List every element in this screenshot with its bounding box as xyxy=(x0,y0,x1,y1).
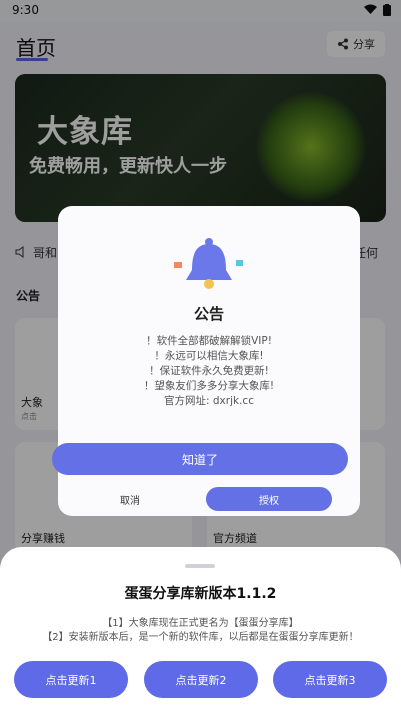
got-it-button[interactable]: 知道了 xyxy=(52,443,348,475)
authorize-button[interactable]: 授权 xyxy=(206,487,332,511)
dialog-line: 官方网址: dxrjk.cc xyxy=(164,395,254,407)
sheet-line: 【1】大象库现在正式更名为【蛋蛋分享库】 xyxy=(102,618,299,629)
bell-icon xyxy=(174,238,243,289)
announcement-dialog: 公告 ！软件全部都破解解锁VIP! ！永远可以相信大象库! ！保证软件永久免费更… xyxy=(52,206,360,516)
dialog-body: ！软件全部都破解解锁VIP! ！永远可以相信大象库! ！保证软件永久免费更新! … xyxy=(58,334,360,409)
sheet-line: 【2】安装新版本后，是一个新的软件库，以后都是在蛋蛋分享库更新！ xyxy=(42,632,359,643)
cancel-button[interactable]: 取消 xyxy=(70,487,190,511)
sheet-handle[interactable] xyxy=(185,564,215,568)
dialog-line: ！保证软件永久免费更新! xyxy=(149,365,269,377)
dialog-line: ！永远可以相信大象库! xyxy=(154,350,264,362)
update-button-2[interactable]: 点击更新2 xyxy=(144,661,258,698)
dialog-title: 公告 xyxy=(193,305,224,323)
sheet-body: 【1】大象库现在正式更名为【蛋蛋分享库】 【2】安装新版本后，是一个新的软件库，… xyxy=(0,617,401,645)
dialog-line: ！望象友们多多分享大象库! xyxy=(143,380,275,392)
dialog-line: ！软件全部都破解解锁VIP! xyxy=(146,335,272,347)
update-bottom-sheet: 蛋蛋分享库新版本1.1.2 【1】大象库现在正式更名为【蛋蛋分享库】 【2】安装… xyxy=(0,547,401,713)
update-button-1[interactable]: 点击更新1 xyxy=(14,661,128,698)
sheet-title: 蛋蛋分享库新版本1.1.2 xyxy=(124,586,277,602)
update-button-3[interactable]: 点击更新3 xyxy=(273,661,387,698)
